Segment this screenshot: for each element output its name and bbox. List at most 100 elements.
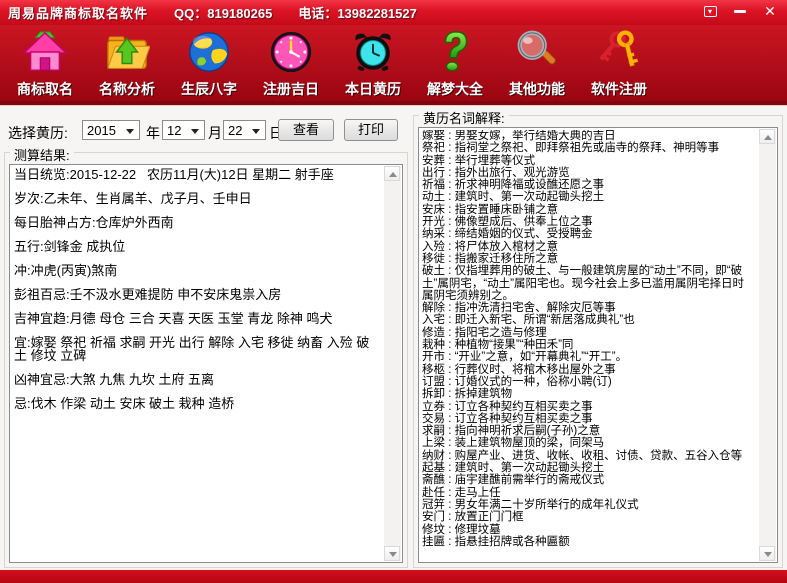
glossary-definition: 男娶女嫁，举行结婚大典的吉日	[455, 130, 616, 142]
glossary-entry: 祭祀 : 指祠堂之祭祀、即拜祭祖先或庙寺的祭拜、神明等事	[422, 142, 755, 154]
glossary-term: 订盟	[422, 376, 445, 388]
glossary-separator: :	[445, 364, 455, 376]
result-line: 宜:嫁娶 祭祀 祈福 求嗣 开光 出行 解除 入宅 移徙 纳畜 入殓 破土 修坟…	[14, 336, 380, 362]
tray-button[interactable]: ▾	[699, 3, 721, 20]
glossary-separator: :	[445, 179, 455, 191]
print-button[interactable]: 打印	[344, 119, 398, 141]
glossary-definition: 拆掉建筑物	[455, 388, 513, 400]
glossary-separator: :	[445, 241, 455, 253]
glossary-definition: 仅指埋葬用的破土、与一般建筑房屋的“动土”不同，即“破土”属阴宅，“动土”属阳宅…	[422, 265, 744, 302]
toolbar-item-bazi[interactable]: 生辰八字	[168, 27, 250, 101]
glossary-scrollbar[interactable]	[759, 129, 776, 561]
glossary-definition: 指祠堂之祭祀、即拜祭祖先或庙寺的祭拜、神明等事	[455, 142, 720, 154]
glossary-separator: :	[445, 413, 455, 425]
glossary-definition: 指搬家迁移住所之意	[455, 253, 559, 265]
toolbar-item-dream-dictionary[interactable]: 解梦大全	[414, 27, 496, 101]
chevron-down-icon	[191, 129, 199, 134]
result-line: 彭祖百忌:壬不汲水更难提防 申不安床鬼祟入房	[14, 288, 380, 301]
glossary-term: 开光	[422, 216, 445, 228]
glossary-term: 赴任	[422, 487, 445, 499]
glossary-textbox[interactable]: 嫁娶 : 男娶女嫁，举行结婚大典的吉日祭祀 : 指祠堂之祭祀、即拜祭祖先或庙寺的…	[418, 127, 778, 563]
minimize-button[interactable]	[729, 3, 751, 20]
month-value: 12	[167, 123, 181, 138]
glossary-entry: 栽种 : 种植物“接果”“种田禾”同	[422, 339, 755, 351]
qq-contact: QQ：819180265	[174, 3, 272, 22]
glossary-definition: 种植物“接果”“种田禾”同	[455, 339, 574, 351]
glossary-term: 入宅	[422, 314, 445, 326]
result-line: 吉神宜趋:月德 母仓 三合 天喜 天医 玉堂 青龙 除神 鸣犬	[14, 312, 380, 325]
toolbar-label: 商标取名	[17, 79, 73, 99]
results-scrollbar[interactable]	[384, 166, 401, 561]
toolbar: 商标取名 名称分析	[0, 25, 787, 101]
results-textbox[interactable]: 当日统览:2015-12-22 农历11月(大)12日 星期二 射手座岁次:乙未…	[9, 164, 403, 563]
app-window: 周易品牌商标取名软件 QQ：819180265 电话：13982281527 ▾…	[0, 0, 787, 583]
glossary-term: 开市	[422, 351, 445, 363]
glossary-separator: :	[445, 314, 455, 326]
year-value: 2015	[87, 123, 116, 138]
glossary-separator: :	[445, 487, 455, 499]
glossary-term: 移徙	[422, 253, 445, 265]
glossary-definition: 指向神明祈求后嗣(子孙)之意	[455, 425, 601, 437]
toolbar-item-registration-date[interactable]: 注册吉日	[250, 27, 332, 101]
toolbar-label: 解梦大全	[427, 79, 483, 99]
results-title: 测算结果:	[10, 145, 74, 164]
toolbar-item-daily-almanac[interactable]: 本日黄历	[332, 27, 414, 101]
glossary-entry: 赴任 : 走马上任	[422, 487, 755, 499]
year-select[interactable]: 2015	[82, 120, 140, 140]
glossary-definition: 佛像塑成后、供奉上位之事	[455, 216, 593, 228]
glossary-separator: :	[445, 302, 455, 314]
glossary-separator: :	[445, 511, 455, 523]
glossary-term: 斋醮	[422, 474, 445, 486]
glossary-separator: :	[445, 142, 455, 154]
glossary-entry: 破土 : 仅指埋葬用的破土、与一般建筑房屋的“动土”不同，即“破土”属阴宅，“动…	[422, 265, 755, 302]
glossary-separator: :	[445, 228, 455, 240]
glossary-term: 起基	[422, 462, 445, 474]
toolbar-item-software-register[interactable]: 软件注册	[578, 27, 660, 101]
glossary-entry: 动土 : 建筑时、第一次动起锄头挖土	[422, 191, 755, 203]
magnifier-icon	[512, 27, 562, 77]
toolbar-item-trademark-naming[interactable]: 商标取名	[4, 27, 86, 101]
glossary-definition: 男女年满二十岁所举行的成年礼仪式	[455, 499, 639, 511]
glossary-term: 出行	[422, 167, 445, 179]
triangle-up-icon	[764, 135, 772, 140]
close-button[interactable]: ✕	[759, 3, 781, 20]
scroll-up-button[interactable]	[384, 166, 400, 181]
result-line: 忌:伐木 作梁 动土 安床 破土 栽种 造桥	[14, 397, 380, 410]
glossary-entry: 上梁 : 装上建筑物屋顶的梁，同架马	[422, 437, 755, 449]
glossary-entry: 开市 : “开业”之意，如“开幕典礼”“开工”。	[422, 351, 755, 363]
toolbar-item-other-functions[interactable]: 其他功能	[496, 27, 578, 101]
month-select[interactable]: 12	[162, 120, 205, 140]
month-unit-label: 月	[208, 123, 222, 143]
glossary-entry: 入宅 : 即迁入新宅、所谓“新居落成典礼”也	[422, 314, 755, 326]
view-button[interactable]: 查看	[278, 119, 334, 141]
glossary-definition: 建筑时、第一次动起锄头挖土	[455, 191, 605, 203]
clock-icon	[266, 27, 316, 77]
content-area: 选择黄历: 2015 年 12 月 22 日 查看 打印 测算结果: 当日统览:…	[0, 106, 787, 570]
glossary-separator: :	[445, 327, 455, 339]
scroll-up-button[interactable]	[759, 129, 775, 144]
toolbar-item-name-analysis[interactable]: 名称分析	[86, 27, 168, 101]
glossary-term: 移柩	[422, 364, 445, 376]
house-icon	[20, 27, 70, 77]
scroll-down-button[interactable]	[759, 546, 775, 561]
glossary-term: 交易	[422, 413, 445, 425]
glossary-separator: :	[445, 204, 455, 216]
glossary-separator: :	[445, 191, 455, 203]
glossary-separator: :	[445, 450, 455, 462]
glossary-definition: 订立各种契约互相买卖之事	[455, 413, 593, 425]
phone-contact: 电话：13982281527	[298, 3, 417, 22]
glossary-definition: 购屋产业、进货、收帐、收租、讨债、贷款、五谷入仓等	[455, 450, 743, 462]
glossary-separator: :	[445, 401, 455, 413]
glossary-separator: :	[445, 474, 455, 486]
day-select[interactable]: 22	[223, 120, 266, 140]
folder-up-arrow-icon	[102, 27, 152, 77]
glossary-definition: 祈求神明降福或设醮还愿之事	[455, 179, 605, 191]
glossary-separator: :	[445, 339, 455, 351]
glossary-separator: :	[445, 437, 455, 449]
glossary-term: 立券	[422, 401, 445, 413]
glossary-separator: :	[445, 425, 455, 437]
scroll-down-button[interactable]	[384, 546, 400, 561]
glossary-entry: 出行 : 指外出旅行、观光游览	[422, 167, 755, 179]
glossary-definition: 走马上任	[455, 487, 501, 499]
result-line: 凶神宜忌:大煞 九焦 九坎 土府 五离	[14, 373, 380, 386]
